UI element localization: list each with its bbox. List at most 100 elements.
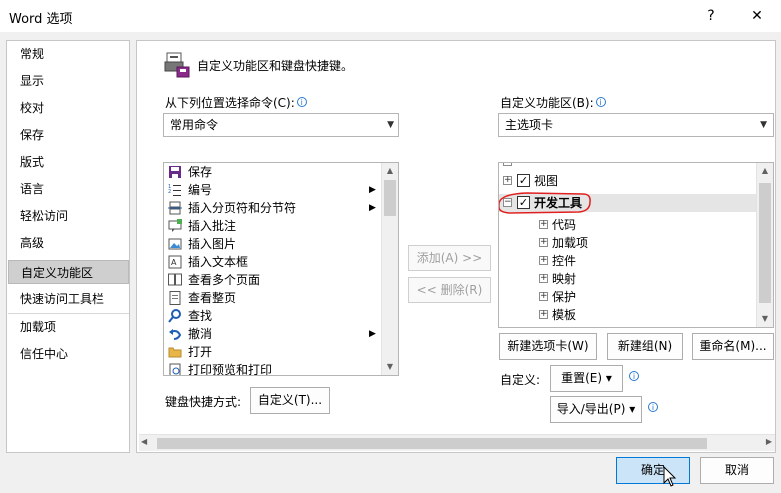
commands-list[interactable]: 保存 12 编号 ▶ 插入分页符和分节符 ▶ 插入批注 插入图片 A 插入文本框… bbox=[163, 162, 399, 376]
sidebar-item-general[interactable]: 常规 bbox=[8, 42, 129, 66]
scroll-up-icon[interactable]: ▲ bbox=[757, 163, 773, 179]
list-item-label: 查找 bbox=[188, 309, 213, 323]
title-bar: Word 选项 ? ✕ bbox=[0, 0, 781, 32]
undo-icon bbox=[169, 329, 182, 340]
list-item-label: 编号 bbox=[188, 183, 213, 197]
sidebar-item-save[interactable]: 保存 bbox=[8, 123, 129, 147]
ribbon-tree[interactable]: + ✓ 视图 − ✓ 开发工具 + 代码 + 加载项 + 控件 + 映射 + 保… bbox=[498, 162, 774, 328]
page-title: 自定义功能区和键盘快捷键。 bbox=[197, 59, 354, 73]
save-icon bbox=[169, 166, 181, 178]
commands-scrollbar[interactable]: ▲ ▼ bbox=[381, 163, 398, 375]
numbering-icon: 12 bbox=[168, 184, 181, 196]
tree-item-label: 视图 bbox=[534, 174, 559, 188]
help-button[interactable]: ? bbox=[701, 6, 721, 26]
info-icon: i bbox=[629, 371, 639, 381]
sidebar-item-display[interactable]: 显示 bbox=[8, 69, 129, 93]
picture-icon bbox=[168, 238, 182, 250]
tree-item-label: 模板 bbox=[552, 308, 577, 322]
tree-item-label: 映射 bbox=[552, 272, 577, 286]
checkbox-icon[interactable]: ✓ bbox=[517, 174, 530, 187]
tree-item-label: 控件 bbox=[552, 254, 577, 268]
ribbon-tabs-dropdown[interactable]: 主选项卡 ▼ bbox=[498, 113, 774, 137]
rename-button[interactable]: 重命名(M)... bbox=[692, 333, 774, 360]
expand-icon[interactable]: + bbox=[539, 220, 548, 229]
list-item-label: 打开 bbox=[188, 345, 213, 359]
expand-icon[interactable]: + bbox=[503, 176, 512, 185]
dropdown-arrow-icon: ▼ bbox=[387, 120, 394, 130]
scrollbar-thumb[interactable] bbox=[384, 180, 396, 216]
customizations-label: 自定义: bbox=[500, 373, 541, 387]
choose-commands-value: 常用命令 bbox=[170, 118, 219, 132]
tree-item-label: 代码 bbox=[552, 218, 577, 232]
svg-text:2: 2 bbox=[168, 189, 171, 195]
horizontal-scrollbar[interactable]: ◀ ▶ bbox=[139, 434, 775, 451]
choose-commands-label: 从下列位置选择命令(C): i bbox=[165, 94, 307, 111]
expand-icon[interactable]: + bbox=[539, 292, 548, 301]
options-sidebar: 常规 显示 校对 保存 版式 语言 轻松访问 高级 自定义功能区 快速访问工具栏… bbox=[6, 40, 130, 453]
tree-item-label: 开发工具 bbox=[534, 196, 583, 210]
new-group-button[interactable]: 新建组(N) bbox=[607, 333, 683, 360]
scroll-up-icon[interactable]: ▲ bbox=[382, 163, 398, 179]
sidebar-item-typography[interactable]: 版式 bbox=[8, 150, 129, 174]
sidebar-item-quick-access-toolbar[interactable]: 快速访问工具栏 bbox=[8, 287, 129, 311]
new-tab-button[interactable]: 新建选项卡(W) bbox=[499, 333, 597, 360]
scrollbar-thumb[interactable] bbox=[157, 438, 707, 449]
keyboard-shortcuts-label: 键盘快捷方式: bbox=[165, 395, 242, 409]
info-icon: i bbox=[296, 97, 307, 107]
list-item-label: 撤消 bbox=[188, 327, 213, 341]
scroll-left-icon[interactable]: ◀ bbox=[141, 437, 147, 446]
customize-ribbon-panel: 自定义功能区和键盘快捷键。 从下列位置选择命令(C): i 常用命令 ▼ 保存 1… bbox=[136, 40, 776, 453]
list-item-label: 插入图片 bbox=[188, 237, 237, 251]
expand-icon[interactable]: + bbox=[539, 256, 548, 265]
customize-keyboard-button[interactable]: 自定义(T)... bbox=[250, 387, 330, 414]
expand-icon[interactable]: + bbox=[539, 310, 548, 319]
info-icon: i bbox=[648, 402, 658, 412]
choose-commands-dropdown[interactable]: 常用命令 ▼ bbox=[163, 113, 399, 137]
ribbon-tabs-value: 主选项卡 bbox=[505, 118, 554, 132]
sidebar-item-addins[interactable]: 加载项 bbox=[8, 315, 129, 339]
expand-icon[interactable]: + bbox=[539, 274, 548, 283]
submenu-arrow-icon: ▶ bbox=[369, 329, 376, 339]
remove-button[interactable]: << 删除(R) bbox=[408, 277, 491, 303]
open-folder-icon bbox=[168, 347, 182, 358]
import-export-button[interactable]: 导入/导出(P) ▾ bbox=[550, 396, 642, 423]
submenu-arrow-icon: ▶ bbox=[369, 185, 376, 195]
ribbon-tree-scrollbar[interactable]: ▲ ▼ bbox=[756, 163, 773, 327]
checkbox-icon[interactable]: ✓ bbox=[517, 196, 530, 209]
list-item-label: 打印预览和打印 bbox=[188, 363, 273, 376]
cancel-button[interactable]: 取消 bbox=[700, 457, 774, 484]
sidebar-item-language[interactable]: 语言 bbox=[8, 177, 129, 201]
sidebar-item-proofing[interactable]: 校对 bbox=[8, 96, 129, 120]
sidebar-item-trust-center[interactable]: 信任中心 bbox=[8, 342, 129, 366]
sidebar-item-accessibility[interactable]: 轻松访问 bbox=[8, 204, 129, 228]
customize-ribbon-label-text: 自定义功能区(B): bbox=[500, 96, 594, 110]
window-title: Word 选项 bbox=[9, 12, 73, 27]
expand-icon[interactable]: + bbox=[539, 238, 548, 247]
reset-button[interactable]: 重置(E) ▾ bbox=[550, 365, 623, 392]
dropdown-arrow-icon: ▼ bbox=[760, 120, 767, 130]
tree-item-label: 保护 bbox=[552, 290, 577, 304]
multi-page-icon bbox=[168, 273, 182, 286]
expand-icon bbox=[503, 163, 512, 166]
ok-button[interactable]: 确定 bbox=[616, 457, 690, 484]
list-item-label: 插入分页符和分节符 bbox=[188, 201, 297, 215]
close-button[interactable]: ✕ bbox=[747, 6, 767, 26]
collapse-icon[interactable]: − bbox=[503, 198, 512, 207]
find-icon bbox=[168, 309, 181, 323]
comment-icon bbox=[168, 219, 182, 232]
tree-item-developer[interactable]: − ✓ 开发工具 bbox=[499, 194, 757, 212]
scroll-right-icon[interactable]: ▶ bbox=[766, 437, 772, 446]
sidebar-item-customize-ribbon[interactable]: 自定义功能区 bbox=[8, 260, 129, 284]
list-item-label: 插入批注 bbox=[188, 219, 237, 233]
sidebar-divider bbox=[8, 313, 129, 314]
scroll-down-icon[interactable]: ▼ bbox=[757, 311, 773, 327]
tree-item-label: 加载项 bbox=[552, 236, 589, 250]
add-button[interactable]: 添加(A) >> bbox=[408, 245, 491, 271]
scroll-down-icon[interactable]: ▼ bbox=[382, 359, 398, 375]
svg-text:A: A bbox=[171, 258, 177, 267]
print-preview-icon bbox=[169, 363, 181, 375]
list-item-label: 插入文本框 bbox=[188, 255, 249, 269]
sidebar-item-advanced[interactable]: 高级 bbox=[8, 231, 129, 255]
scrollbar-thumb[interactable] bbox=[759, 183, 771, 303]
submenu-arrow-icon: ▶ bbox=[369, 203, 376, 213]
